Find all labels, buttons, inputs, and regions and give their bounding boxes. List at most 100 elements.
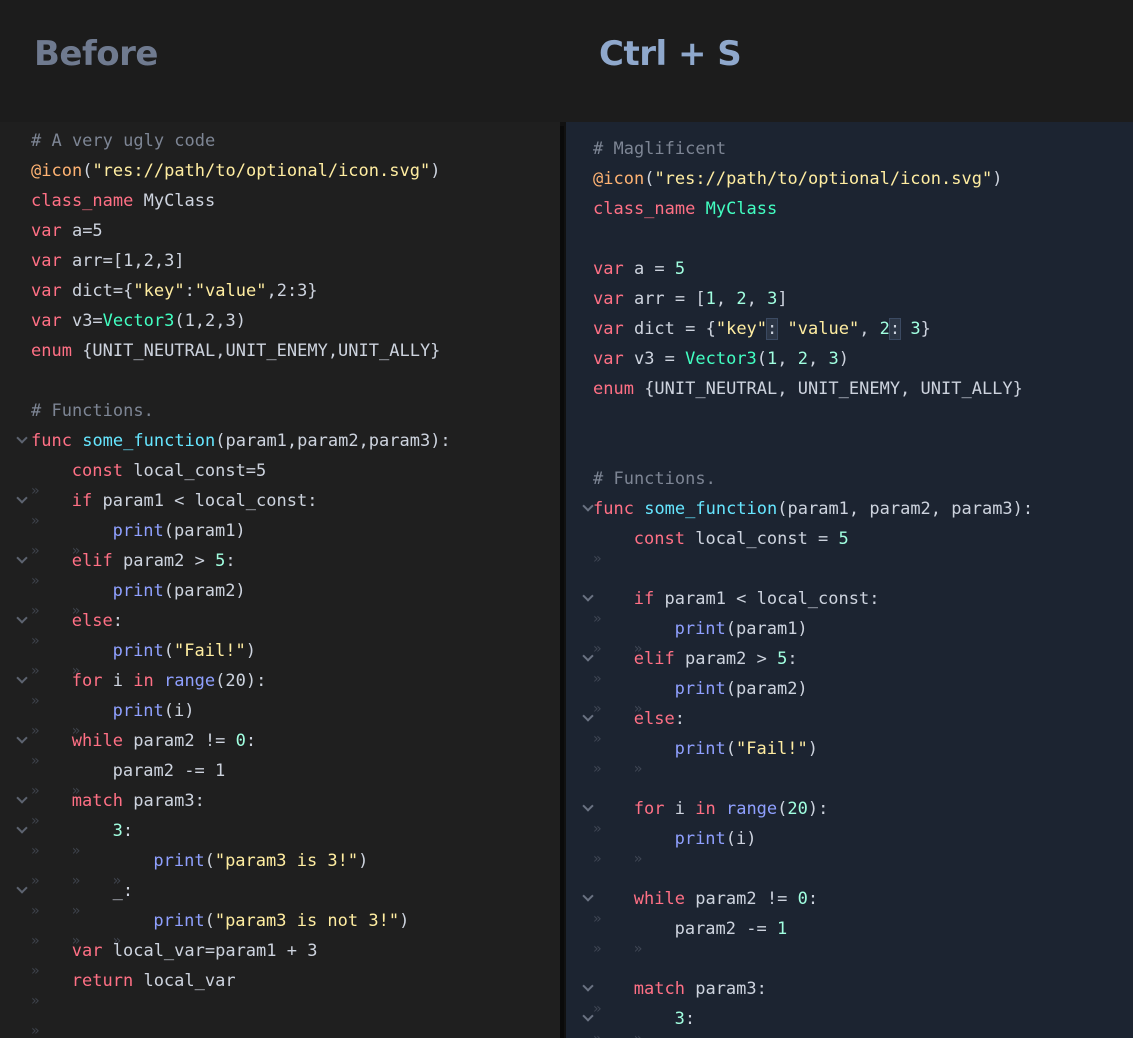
code-token: 2	[736, 289, 747, 309]
code-token: (	[163, 641, 175, 661]
code-token: 20	[787, 799, 808, 819]
before-code-editor[interactable]: # A very ugly code @icon("res://path/to/o…	[0, 122, 560, 1038]
code-line[interactable]: func some_function(param1,param2,param3)…	[0, 426, 560, 456]
code-line[interactable]: if param1 < local_const:	[0, 486, 560, 536]
code-line[interactable]: @icon("res://path/to/optional/icon.svg")	[566, 164, 1133, 194]
code-token: 5	[674, 259, 686, 279]
code-line[interactable]: var dict = {"key": "value", 2: 3}	[566, 314, 1133, 344]
code-line[interactable]	[0, 996, 560, 1038]
code-token: var	[593, 319, 624, 339]
code-line[interactable]: var v3 = Vector3(1, 2, 3)	[566, 344, 1133, 374]
code-text: var v3 = Vector3(1, 2, 3)	[593, 344, 849, 374]
code-line[interactable]	[566, 434, 1133, 464]
code-line[interactable]	[0, 1026, 560, 1038]
code-token: i	[102, 671, 134, 691]
code-line[interactable]: print(param1)	[566, 614, 1133, 664]
code-line[interactable]: for i in range(20):	[0, 666, 560, 716]
code-line[interactable]: print("Fail!")	[0, 636, 560, 686]
code-token: )	[358, 851, 369, 871]
code-token: (param2)	[725, 679, 808, 699]
code-text: var arr = [1, 2, 3]	[593, 284, 788, 314]
code-line[interactable]: # Functions.	[566, 464, 1133, 494]
code-text: if param1 < local_const:	[31, 486, 317, 536]
code-line[interactable]: if param1 < local_const:	[566, 584, 1133, 634]
code-line[interactable]: var arr=[1,2,3]	[0, 246, 560, 276]
code-line[interactable]: print(param1)	[0, 516, 560, 566]
code-line[interactable]: 3:	[0, 816, 560, 866]
code-line[interactable]: @icon("res://path/to/optional/icon.svg")	[0, 156, 560, 186]
code-token: (	[725, 739, 737, 759]
after-code-editor[interactable]: # Maglificent @icon("res://path/to/option…	[566, 122, 1133, 1038]
code-token: (	[204, 911, 215, 931]
code-line[interactable]: var a = 5	[566, 254, 1133, 284]
code-token: class_name	[593, 199, 696, 219]
code-line[interactable]	[566, 554, 1133, 584]
code-text: return local_var	[31, 966, 236, 1016]
code-line[interactable]: var local_var=param1 + 3	[0, 936, 560, 986]
code-token: elif	[633, 649, 675, 669]
code-line[interactable]: enum {UNIT_NEUTRAL,UNIT_ENEMY,UNIT_ALLY}	[0, 336, 560, 366]
code-line[interactable]	[566, 854, 1133, 884]
code-token: print	[674, 739, 726, 759]
fold-gutter	[574, 764, 604, 794]
code-line[interactable]: class_name MyClass	[566, 194, 1133, 224]
code-line[interactable]	[566, 404, 1133, 434]
code-line[interactable]: print("Fail!")	[566, 734, 1133, 784]
code-token: 3	[112, 821, 123, 841]
code-line[interactable]: var v3=Vector3(1,2,3)	[0, 306, 560, 336]
code-line[interactable]: func some_function(param1, param2, param…	[566, 494, 1133, 524]
code-line[interactable]: return local_var	[0, 966, 560, 1016]
code-line[interactable]: elif param2 > 5:	[0, 546, 560, 596]
code-line[interactable]: match param3:	[0, 786, 560, 836]
code-line[interactable]: elif param2 > 5:	[566, 644, 1133, 694]
code-token: (i)	[725, 829, 757, 849]
code-line[interactable]: print(i)	[566, 824, 1133, 874]
code-text: # A very ugly code	[31, 126, 215, 156]
code-text: var dict={"key":"value",2:3}	[31, 276, 318, 306]
code-token: else	[71, 611, 113, 631]
code-token: (param2)	[163, 581, 246, 601]
code-line[interactable]	[566, 944, 1133, 974]
code-line[interactable]: print(param2)	[0, 576, 560, 626]
code-line[interactable]: class_name MyClass	[0, 186, 560, 216]
fold-gutter	[574, 944, 604, 974]
code-line[interactable]: else:	[0, 606, 560, 656]
code-line[interactable]: print(param2)	[566, 674, 1133, 724]
code-line[interactable]: # A very ugly code	[0, 126, 560, 156]
code-line[interactable]: const local_const = 5	[566, 524, 1133, 574]
code-line[interactable]: enum {UNIT_NEUTRAL, UNIT_ENEMY, UNIT_ALL…	[566, 374, 1133, 404]
code-line[interactable]	[566, 224, 1133, 254]
code-line[interactable]: var dict={"key":"value",2:3}	[0, 276, 560, 306]
code-line[interactable]: var a=5	[0, 216, 560, 246]
code-line[interactable]: for i in range(20):	[566, 794, 1133, 844]
code-token: const	[71, 461, 123, 481]
code-token: ):	[807, 799, 829, 819]
code-line[interactable]: print("param3 is 3!")	[0, 846, 560, 896]
code-token: # Functions.	[31, 401, 154, 421]
code-text: match param3:	[31, 786, 205, 836]
code-token: local_var=param1 + 3	[102, 941, 318, 961]
code-line[interactable]: match param3:	[566, 974, 1133, 1024]
code-token: {UNIT_NEUTRAL, UNIT_ENEMY, UNIT_ALLY}	[633, 379, 1023, 399]
code-line[interactable]: while param2 != 0:	[0, 726, 560, 776]
code-line[interactable]: # Maglificent	[566, 134, 1133, 164]
code-line[interactable]: print("param3 is not 3!")	[0, 906, 560, 956]
code-line[interactable]: # Functions.	[0, 396, 560, 426]
code-text: enum {UNIT_NEUTRAL, UNIT_ENEMY, UNIT_ALL…	[593, 374, 1023, 404]
code-token: :	[684, 1009, 696, 1029]
code-token: var	[31, 251, 62, 271]
code-line[interactable]: param2 -= 1	[566, 914, 1133, 964]
code-text: var arr=[1,2,3]	[31, 246, 185, 276]
code-line[interactable]	[0, 366, 560, 396]
code-token: match	[71, 791, 123, 811]
code-line[interactable]: while param2 != 0:	[566, 884, 1133, 934]
code-line[interactable]: print(i)	[0, 696, 560, 746]
code-line[interactable]: const local_const=5	[0, 456, 560, 506]
code-line[interactable]: 3:	[566, 1004, 1133, 1038]
code-line[interactable]	[566, 764, 1133, 794]
code-token: 1	[776, 919, 788, 939]
code-line[interactable]: else:	[566, 704, 1133, 754]
code-line[interactable]: var arr = [1, 2, 3]	[566, 284, 1133, 314]
code-line[interactable]: _:	[0, 876, 560, 926]
code-line[interactable]: param2 -= 1	[0, 756, 560, 806]
